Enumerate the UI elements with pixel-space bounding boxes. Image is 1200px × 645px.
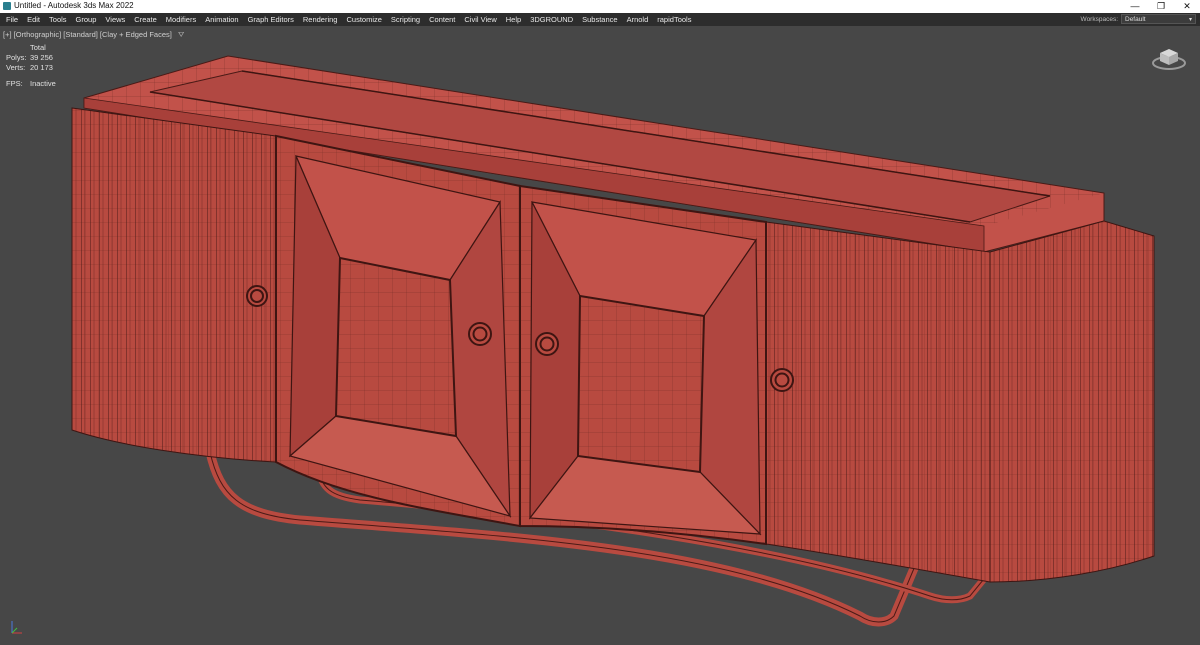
sideboard-model[interactable]	[0, 26, 1200, 645]
window-title: Untitled - Autodesk 3ds Max 2022	[14, 1, 134, 10]
chevron-down-icon: ▾	[1188, 17, 1192, 23]
menu-item-file[interactable]: File	[2, 13, 23, 24]
workspace-switcher: Workspaces: Default ▾	[1081, 14, 1196, 24]
right-door	[519, 184, 767, 546]
menu-item-civil-view[interactable]: Civil View	[460, 13, 501, 24]
menu-item-customize[interactable]: Customize	[342, 13, 386, 24]
workspaces-label: Workspaces:	[1080, 15, 1118, 23]
menu-item-content[interactable]: Content	[425, 13, 460, 24]
viewport-label[interactable]: [+] [Orthographic] [Standard] [Clay + Ed…	[3, 30, 184, 40]
stats-header: Total	[30, 43, 46, 52]
minimize-button[interactable]: —	[1122, 0, 1148, 13]
menu-item-scripting[interactable]: Scripting	[387, 13, 425, 24]
menu-item-create[interactable]: Create	[130, 13, 162, 24]
menu-item-edit[interactable]: Edit	[23, 13, 45, 24]
fps-label: FPS:	[6, 79, 23, 88]
funnel-icon[interactable]: ⛛	[178, 30, 184, 39]
fps-value: Inactive	[30, 79, 56, 88]
polys-label: Polys:	[6, 53, 27, 62]
viewport-label-text[interactable]: [+] [Orthographic] [Standard] [Clay + Ed…	[3, 30, 172, 39]
polys-value: 39 256	[30, 53, 53, 62]
menu-item-3dground[interactable]: 3DGROUND	[526, 13, 578, 24]
maximize-button[interactable]: ❐	[1148, 0, 1174, 13]
workspace-dropdown[interactable]: Default ▾	[1121, 14, 1196, 24]
app-icon	[3, 2, 11, 10]
menu-item-modifiers[interactable]: Modifiers	[162, 13, 201, 24]
viewcube-icon[interactable]	[1152, 43, 1186, 71]
close-button[interactable]: ✕	[1174, 0, 1200, 13]
menu-item-animation[interactable]: Animation	[201, 13, 243, 24]
menu-item-graph-editors[interactable]: Graph Editors	[244, 13, 299, 24]
title-bar: Untitled - Autodesk 3ds Max 2022 — ❐ ✕	[0, 0, 1200, 13]
menu-item-substance[interactable]: Substance	[578, 13, 622, 24]
perspective-viewport[interactable]: [+] [Orthographic] [Standard] [Clay + Ed…	[0, 26, 1200, 645]
menu-item-tools[interactable]: Tools	[45, 13, 72, 24]
menu-item-rapidtools[interactable]: rapidTools	[653, 13, 696, 24]
menu-item-help[interactable]: Help	[502, 13, 526, 24]
verts-value: 20 173	[30, 63, 53, 72]
axis-tripod-icon	[11, 621, 22, 634]
menu-item-rendering[interactable]: Rendering	[299, 13, 343, 24]
workspace-value: Default	[1125, 16, 1146, 23]
menu-item-group[interactable]: Group	[72, 13, 102, 24]
menu-item-arnold[interactable]: Arnold	[623, 13, 654, 24]
statistics-overlay: Total Polys: 39 256 Verts: 20 173 FPS: Inac…	[6, 43, 76, 89]
menu-bar: File Edit Tools Group Views Create Modifiers An…	[0, 13, 1200, 26]
menu-item-views[interactable]: Views	[101, 13, 130, 24]
verts-label: Verts:	[6, 63, 26, 72]
